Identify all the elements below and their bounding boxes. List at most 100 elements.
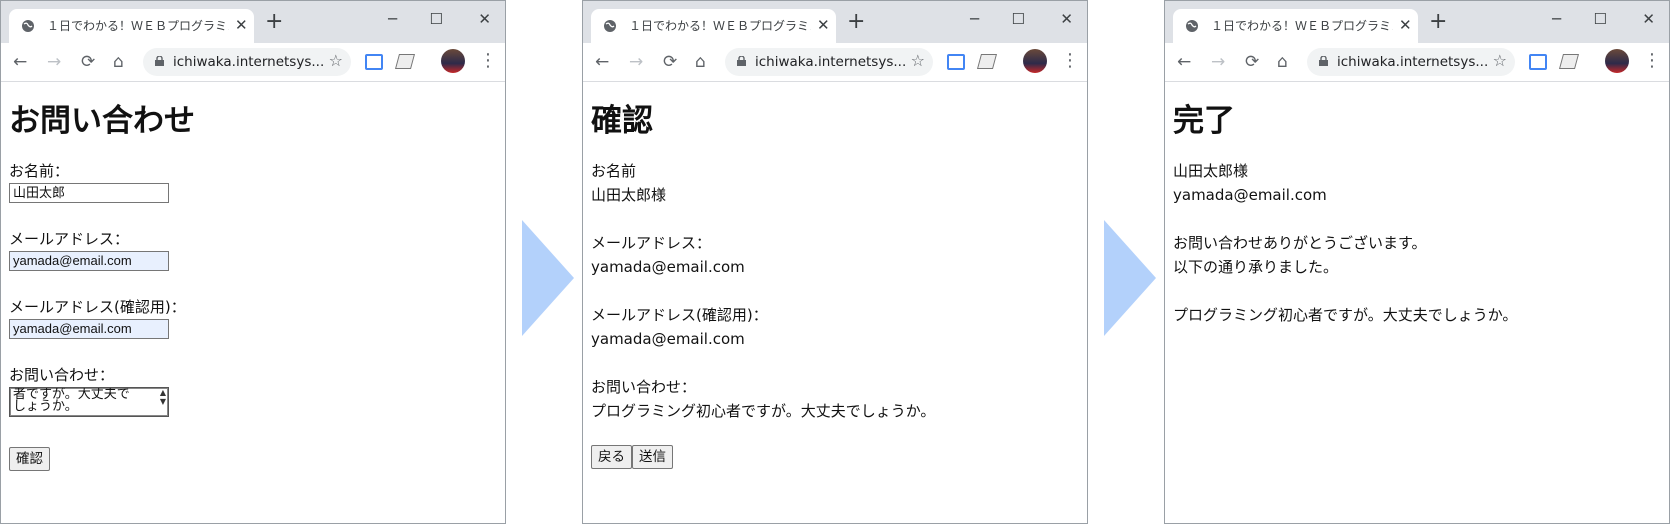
address-bar[interactable]: ichiwaka.internetsys... ☆ bbox=[725, 48, 933, 76]
menu-icon[interactable]: ⋮ bbox=[479, 51, 497, 71]
profile-avatar[interactable] bbox=[1023, 49, 1047, 73]
reload-icon[interactable]: ⟳ bbox=[663, 52, 677, 72]
back-button[interactable]: 戻る bbox=[591, 445, 632, 469]
forward-icon[interactable]: → bbox=[629, 52, 643, 72]
browser-toolbar: ← → ⟳ ⌂ ichiwaka.internetsys... ☆ ⋮ bbox=[583, 43, 1087, 82]
home-icon[interactable]: ⌂ bbox=[1277, 52, 1288, 72]
tab-close-icon[interactable]: ✕ bbox=[1399, 16, 1412, 34]
name-input[interactable]: 山田太郎 bbox=[9, 183, 169, 203]
maximize-icon[interactable]: ☐ bbox=[1012, 11, 1025, 27]
email-confirm-input[interactable]: yamada@email.com bbox=[9, 319, 169, 339]
page-title: 確認 bbox=[591, 103, 653, 139]
bookmark-star-icon[interactable]: ☆ bbox=[329, 52, 343, 70]
inquiry-textarea[interactable]: 者ですが。大丈夫で しょうか。 ▲ ▼ bbox=[9, 387, 169, 417]
email-confirm-value: yamada@email.com bbox=[591, 330, 745, 348]
back-icon[interactable]: ← bbox=[13, 52, 27, 72]
forward-icon[interactable]: → bbox=[1211, 52, 1225, 72]
tab-close-icon[interactable]: ✕ bbox=[817, 16, 830, 34]
browser-tab[interactable]: １日でわかる！ＷＥＢプログラミング ✕ bbox=[591, 9, 836, 43]
browser-window-complete: １日でわかる！ＷＥＢプログラミング ✕ + ─ ☐ ✕ ← → ⟳ ⌂ ichi… bbox=[1164, 0, 1670, 524]
minimize-icon[interactable]: ─ bbox=[970, 11, 979, 27]
menu-icon[interactable]: ⋮ bbox=[1643, 51, 1661, 71]
url-text: ichiwaka.internetsys... bbox=[173, 54, 323, 70]
tab-strip: １日でわかる！ＷＥＢプログラミング ✕ + ─ ☐ ✕ bbox=[583, 1, 1087, 43]
tab-strip: １日でわかる！ＷＥＢプログラミング ✕ + ─ ☐ ✕ bbox=[1165, 1, 1669, 43]
new-tab-button[interactable]: + bbox=[847, 11, 865, 33]
globe-icon bbox=[1186, 20, 1198, 32]
browser-toolbar: ← → ⟳ ⌂ ichiwaka.internetsys... ☆ ⋮ bbox=[1165, 43, 1669, 82]
globe-icon bbox=[22, 20, 34, 32]
menu-icon[interactable]: ⋮ bbox=[1061, 51, 1079, 71]
email-value: yamada@email.com bbox=[1173, 186, 1327, 204]
forward-icon[interactable]: → bbox=[47, 52, 61, 72]
maximize-icon[interactable]: ☐ bbox=[430, 11, 443, 27]
extension-icon[interactable] bbox=[1558, 54, 1580, 69]
email-label: メールアドレス： bbox=[9, 230, 130, 248]
maximize-icon[interactable]: ☐ bbox=[1594, 11, 1607, 27]
globe-icon bbox=[604, 20, 616, 32]
email-value: yamada@email.com bbox=[591, 258, 745, 276]
flow-arrow-icon bbox=[522, 220, 574, 336]
name-value: 山田太郎様 bbox=[591, 186, 667, 204]
email-confirm-label: メールアドレス(確認用)： bbox=[591, 306, 768, 324]
back-icon[interactable]: ← bbox=[1177, 52, 1191, 72]
browser-window-confirm: １日でわかる！ＷＥＢプログラミング ✕ + ─ ☐ ✕ ← → ⟳ ⌂ ichi… bbox=[582, 0, 1088, 524]
inquiry-text-line: しょうか。 bbox=[13, 399, 78, 414]
inquiry-label: お問い合わせ： bbox=[591, 378, 697, 396]
send-button[interactable]: 送信 bbox=[632, 445, 673, 469]
minimize-icon[interactable]: ─ bbox=[1552, 11, 1561, 27]
close-window-icon[interactable]: ✕ bbox=[1642, 11, 1655, 27]
accepted-message: 以下の通り承りました。 bbox=[1173, 258, 1339, 276]
page-title: お問い合わせ bbox=[9, 103, 195, 139]
lock-icon bbox=[737, 56, 746, 66]
flow-arrow-icon bbox=[1104, 220, 1156, 336]
home-icon[interactable]: ⌂ bbox=[113, 52, 124, 72]
reload-icon[interactable]: ⟳ bbox=[81, 52, 95, 72]
bookmark-star-icon[interactable]: ☆ bbox=[911, 52, 925, 70]
inquiry-value: プログラミング初心者ですが。大丈夫でしょうか。 bbox=[591, 402, 936, 420]
bookmark-star-icon[interactable]: ☆ bbox=[1493, 52, 1507, 70]
browser-tab[interactable]: １日でわかる！ＷＥＢプログラミング ✕ bbox=[1173, 9, 1418, 43]
tab-title: １日でわかる！ＷＥＢプログラミング bbox=[1211, 19, 1393, 33]
home-icon[interactable]: ⌂ bbox=[695, 52, 706, 72]
lock-icon bbox=[1319, 56, 1328, 66]
close-window-icon[interactable]: ✕ bbox=[478, 11, 491, 27]
profile-avatar[interactable] bbox=[441, 49, 465, 73]
tab-strip: １日でわかる！ＷＥＢプログラミング ✕ + ─ ☐ ✕ bbox=[1, 1, 505, 43]
name-value: 山田太郎様 bbox=[1173, 162, 1249, 180]
url-text: ichiwaka.internetsys... bbox=[1337, 54, 1487, 70]
new-tab-button[interactable]: + bbox=[265, 11, 283, 33]
tab-close-icon[interactable]: ✕ bbox=[235, 16, 248, 34]
name-label: お名前 bbox=[591, 162, 637, 180]
address-bar[interactable]: ichiwaka.internetsys... ☆ bbox=[143, 48, 351, 76]
reload-icon[interactable]: ⟳ bbox=[1245, 52, 1259, 72]
url-text: ichiwaka.internetsys... bbox=[755, 54, 905, 70]
name-label: お名前： bbox=[9, 162, 70, 180]
extension-icon[interactable] bbox=[976, 54, 998, 69]
profile-avatar[interactable] bbox=[1605, 49, 1629, 73]
tab-title: １日でわかる！ＷＥＢプログラミング bbox=[629, 19, 811, 33]
address-bar[interactable]: ichiwaka.internetsys... ☆ bbox=[1307, 48, 1515, 76]
inquiry-label: お問い合わせ： bbox=[9, 366, 115, 384]
email-confirm-label: メールアドレス(確認用)： bbox=[9, 298, 186, 316]
page-content: 完了 山田太郎様 yamada@email.com お問い合わせありがとうござい… bbox=[1165, 81, 1669, 523]
back-icon[interactable]: ← bbox=[595, 52, 609, 72]
browser-toolbar: ← → ⟳ ⌂ ichiwaka.internetsys... ☆ ⋮ bbox=[1, 43, 505, 82]
thanks-message: お問い合わせありがとうございます。 bbox=[1173, 234, 1427, 252]
email-input[interactable]: yamada@email.com bbox=[9, 251, 169, 271]
new-tab-button[interactable]: + bbox=[1429, 11, 1447, 33]
inquiry-value: プログラミング初心者ですが。大丈夫でしょうか。 bbox=[1173, 306, 1518, 324]
extension-icon[interactable] bbox=[1529, 54, 1547, 70]
tab-title: １日でわかる！ＷＥＢプログラミング bbox=[47, 19, 229, 33]
close-window-icon[interactable]: ✕ bbox=[1060, 11, 1073, 27]
textarea-scroll-icon[interactable]: ▲ ▼ bbox=[160, 388, 166, 406]
extension-icon[interactable] bbox=[394, 54, 416, 69]
browser-tab[interactable]: １日でわかる！ＷＥＢプログラミング ✕ bbox=[9, 9, 254, 43]
page-content: 確認 お名前 山田太郎様 メールアドレス： yamada@email.com メ… bbox=[583, 81, 1087, 523]
extension-icon[interactable] bbox=[947, 54, 965, 70]
confirm-button[interactable]: 確認 bbox=[9, 447, 50, 471]
browser-window-form: １日でわかる！ＷＥＢプログラミング ✕ + ─ ☐ ✕ ← → ⟳ ⌂ ichi… bbox=[0, 0, 506, 524]
extension-icon[interactable] bbox=[365, 54, 383, 70]
page-title: 完了 bbox=[1173, 103, 1235, 139]
minimize-icon[interactable]: ─ bbox=[388, 11, 397, 27]
